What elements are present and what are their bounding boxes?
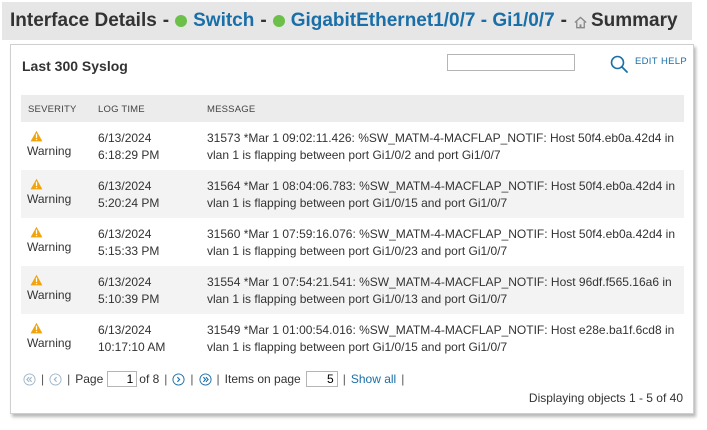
breadcrumb-view: Summary [590,10,678,31]
panel-title: Last 300 Syslog [22,58,128,74]
message-cell: 31554 *Mar 1 07:54:21.541: %SW_MATM-4-MA… [207,275,672,306]
breadcrumb-node-link[interactable]: Switch [193,10,254,32]
log-time-cell: 6/13/2024 5:20:24 PM [98,178,159,212]
page-number-input[interactable] [107,371,138,387]
warning-icon [30,226,43,238]
breadcrumb-separator: - [162,10,170,31]
pager-separator: | [190,372,194,386]
log-time: 5:10:39 PM [98,292,160,306]
edit-link[interactable]: EDIT [635,56,658,67]
page-title-text: Interface Details [10,10,157,31]
search-input[interactable] [447,54,575,71]
severity-cell: Warning [27,130,87,158]
items-per-page-input[interactable] [305,371,338,387]
pager-separator: | [67,372,71,386]
help-link[interactable]: HELP [661,56,687,67]
table-row: Warning 6/13/2024 5:10:39 PM 31554 *Mar … [21,266,684,314]
log-time-cell: 6/13/2024 6:18:29 PM [98,130,159,164]
message-cell: 31564 *Mar 1 08:04:06.783: %SW_MATM-4-MA… [207,179,675,210]
breadcrumb-separator: - [260,10,267,31]
breadcrumb-interface-link[interactable]: GigabitEthernet1/0/7 - Gi1/0/7 [291,10,555,32]
warning-icon [30,274,43,286]
log-date: 6/13/2024 [98,227,152,241]
search-icon[interactable] [609,54,629,74]
pager-separator: | [41,372,45,386]
severity-cell: Warning [27,226,87,254]
table-row: Warning 6/13/2024 5:15:33 PM 31560 *Mar … [21,218,684,266]
log-time: 10:17:10 AM [98,340,166,354]
severity-cell: Warning [27,274,87,302]
severity-label: Warning [27,240,72,254]
message-cell: 31560 *Mar 1 07:59:16.076: %SW_MATM-4-MA… [207,227,675,258]
severity-cell: Warning [27,178,87,206]
severity-label: Warning [27,336,72,350]
severity-label: Warning [27,144,72,158]
severity-label: Warning [27,288,72,302]
log-time: 5:20:24 PM [98,196,160,210]
severity-cell: Warning [27,322,87,350]
pager-separator: | [401,372,405,386]
log-date: 6/13/2024 [98,131,152,145]
log-time: 6:18:29 PM [98,148,160,162]
warning-icon [30,322,43,334]
column-header-message[interactable]: MESSAGE [207,104,255,115]
first-page-icon[interactable] [23,372,36,386]
table-row: Warning 6/13/2024 6:18:29 PM 31573 *Mar … [21,122,684,170]
severity-label: Warning [27,192,72,206]
page-label: Page [75,372,104,386]
log-time-cell: 6/13/2024 10:17:10 AM [98,322,165,356]
syslog-table: SEVERITY LOG TIME MESSAGE Warning 6/13/2… [21,95,684,362]
home-icon [574,15,587,28]
interface-status-icon [272,15,285,27]
show-all-link[interactable]: Show all [351,372,396,386]
log-date: 6/13/2024 [98,323,152,337]
syslog-panel: Last 300 Syslog EDIT HELP SEVERITY LOG T… [10,44,694,414]
page-count-label: of 8 [139,372,160,386]
displaying-objects-text: Displaying objects 1 - 5 of 40 [528,391,683,405]
table-header: SEVERITY LOG TIME MESSAGE [21,95,684,122]
last-page-icon[interactable] [199,372,212,386]
message-cell: 31573 *Mar 1 09:02:11.426: %SW_MATM-4-MA… [207,131,675,162]
pager-separator: | [164,372,168,386]
node-status-icon [175,15,188,27]
pager: | | Page of 8 | | | Items on page | Show… [23,370,409,388]
pager-separator: | [342,372,346,386]
column-header-severity[interactable]: SEVERITY [28,104,77,115]
log-date: 6/13/2024 [98,275,152,289]
column-header-log-time[interactable]: LOG TIME [98,104,145,115]
log-time-cell: 6/13/2024 5:10:39 PM [98,274,159,308]
log-time-cell: 6/13/2024 5:15:33 PM [98,226,159,260]
previous-page-icon[interactable] [49,372,62,386]
log-date: 6/13/2024 [98,179,152,193]
next-page-icon[interactable] [172,372,185,386]
items-on-page-label: Items on page [224,372,301,386]
warning-icon [30,178,43,190]
breadcrumb-separator: - [560,10,567,31]
message-cell: 31549 *Mar 1 01:00:54.016: %SW_MATM-4-MA… [207,323,675,354]
warning-icon [30,130,43,142]
log-time: 5:15:33 PM [98,244,160,258]
table-row: Warning 6/13/2024 5:20:24 PM 31564 *Mar … [21,170,684,218]
pager-separator: | [216,372,220,386]
page-title: Interface Details - Switch - GigabitEthe… [2,2,692,40]
table-row: Warning 6/13/2024 10:17:10 AM 31549 *Mar… [21,314,684,362]
page: Interface Details - Switch - GigabitEthe… [0,0,707,430]
